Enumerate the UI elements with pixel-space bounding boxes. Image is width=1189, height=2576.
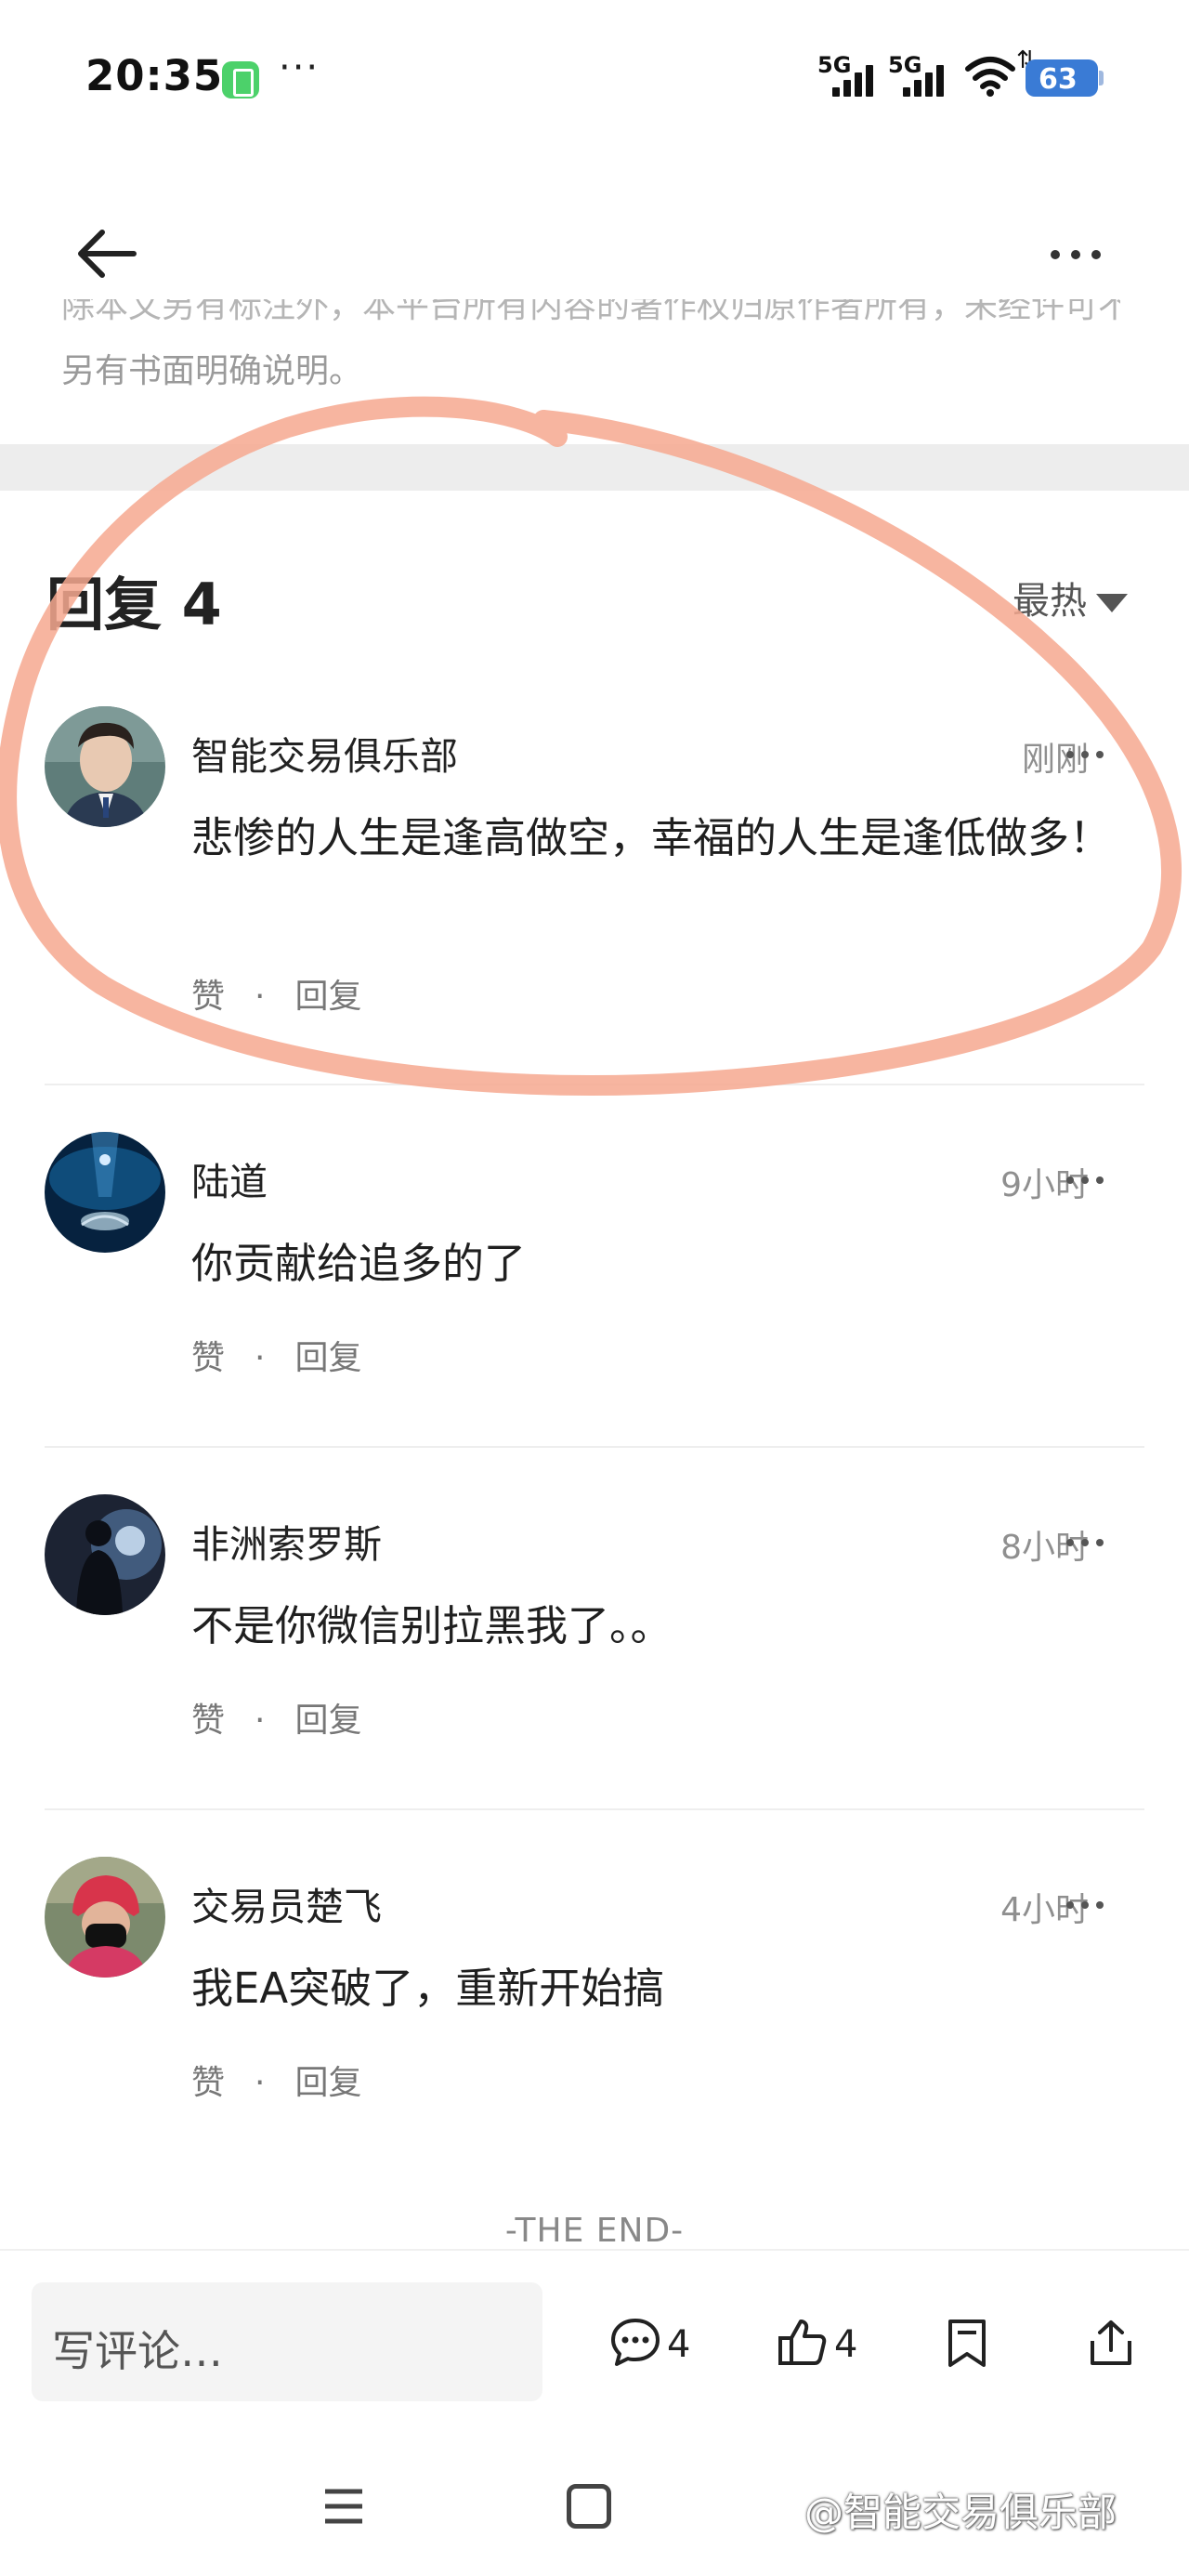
- reply-button[interactable]: 回复: [294, 978, 361, 1016]
- comment-bubble-icon: [611, 2319, 660, 2366]
- battery-icon: 63: [1026, 59, 1104, 97]
- watermark: @智能交易俱乐部: [804, 2490, 1117, 2535]
- comment-input-placeholder: 写评论…: [52, 2326, 223, 2376]
- comment-more-icon[interactable]: [1065, 1537, 1105, 1548]
- comment-actions: 赞 · 回复: [191, 1693, 361, 1741]
- thumbs-up-icon: [778, 2320, 827, 2365]
- article-tail-text: 另有书面明确说明。: [61, 352, 363, 390]
- avatar[interactable]: [45, 1132, 165, 1253]
- comment-author[interactable]: 智能交易俱乐部: [191, 725, 458, 781]
- comment-actions: 赞 · 回复: [191, 969, 361, 1018]
- status-time: 20:35: [85, 51, 224, 100]
- comment-actions: 赞 · 回复: [191, 2056, 361, 2104]
- reply-button[interactable]: 回复: [294, 1702, 361, 1740]
- action-separator: ·: [255, 978, 266, 1016]
- menu-icon[interactable]: [323, 2487, 364, 2526]
- notification-app-icon: [222, 61, 259, 99]
- comment-item: 非洲索罗斯 8小时 不是你微信别拉黑我了。。 赞 · 回复: [0, 1494, 1189, 1857]
- comment-count: 4: [667, 2323, 691, 2366]
- like-button[interactable]: 赞: [191, 1339, 225, 1377]
- article-cut-line: 除本文另有标注外，本平台所有内容的著作权归原作者所有，未经许可不得转载，除另: [61, 299, 1120, 325]
- battery-level: 63: [1039, 63, 1078, 96]
- network-type-label-2: 5G: [888, 52, 922, 78]
- more-dots-icon[interactable]: [1048, 238, 1104, 271]
- like-button[interactable]: 赞: [191, 978, 225, 1016]
- avatar[interactable]: [45, 1494, 165, 1615]
- action-separator: ·: [255, 1702, 266, 1740]
- sort-label: 最热: [1013, 580, 1087, 623]
- wifi-icon: [965, 57, 1015, 97]
- end-label: -THE END-: [504, 2212, 685, 2250]
- network-type-label: 5G: [817, 52, 852, 78]
- reply-button[interactable]: 回复: [294, 1339, 361, 1377]
- like-button[interactable]: 赞: [191, 2064, 225, 2102]
- home-square-icon[interactable]: [567, 2484, 611, 2529]
- comment-divider: [45, 1446, 1144, 1448]
- comment-text: 我EA突破了，重新开始搞: [191, 1964, 665, 2013]
- caret-down-icon: [1096, 594, 1128, 612]
- comment-item: 智能交易俱乐部 刚刚 悲惨的人生是逢高做空，幸福的人生是逢低做多！ 赞 · 回复: [0, 706, 1189, 1069]
- replies-title: 回复 4: [46, 571, 222, 638]
- status-bar: 20:35 ··· 5G 5G ⇅ 63: [0, 0, 1189, 158]
- avatar[interactable]: [45, 1857, 165, 1978]
- comment-divider: [45, 1808, 1144, 1810]
- bookmark-icon[interactable]: [944, 2310, 990, 2375]
- comment-author[interactable]: 交易员楚飞: [191, 1875, 382, 1931]
- comment-actions: 赞 · 回复: [191, 1331, 361, 1379]
- like-count: 4: [834, 2323, 858, 2366]
- comment-input[interactable]: 写评论…: [32, 2282, 542, 2401]
- comment-item: 陆道 9小时 你贡献给追多的了 赞 · 回复: [0, 1132, 1189, 1494]
- sort-dropdown[interactable]: 最热: [1013, 571, 1128, 624]
- comment-divider: [45, 1084, 1144, 1085]
- cellular-signal-icon-2: 5G: [888, 52, 953, 99]
- comment-text: 不是你微信别拉黑我了。。: [191, 1601, 673, 1650]
- action-separator: ·: [255, 1339, 266, 1377]
- article-text-cut: 除本文另有标注外，本平台所有内容的著作权归原作者所有，未经许可不得转载，除另: [61, 299, 1120, 333]
- like-button[interactable]: 赞: [191, 1702, 225, 1740]
- comment-author[interactable]: 非洲索罗斯: [191, 1513, 382, 1569]
- reply-button[interactable]: 回复: [294, 2064, 361, 2102]
- comment-more-icon[interactable]: [1065, 1899, 1105, 1911]
- status-more-indicator: ···: [279, 46, 320, 89]
- cellular-signal-icon: 5G: [817, 52, 882, 99]
- avatar[interactable]: [45, 706, 165, 827]
- comment-text: 你贡献给追多的了: [191, 1239, 527, 1288]
- comment-more-icon[interactable]: [1065, 749, 1105, 760]
- comment-item: 交易员楚飞 4小时 我EA突破了，重新开始搞 赞 · 回复: [0, 1857, 1189, 2219]
- comment-text: 悲惨的人生是逢高做空，幸福的人生是逢低做多！: [191, 813, 1112, 862]
- like-count-button[interactable]: 4: [777, 2310, 879, 2375]
- action-separator: ·: [255, 2064, 266, 2102]
- comment-count-button[interactable]: 4: [609, 2310, 712, 2375]
- section-divider: [0, 444, 1189, 491]
- back-arrow-icon[interactable]: [74, 221, 139, 286]
- share-icon[interactable]: [1085, 2310, 1137, 2375]
- comment-author[interactable]: 陆道: [191, 1150, 268, 1206]
- comment-more-icon[interactable]: [1065, 1175, 1105, 1186]
